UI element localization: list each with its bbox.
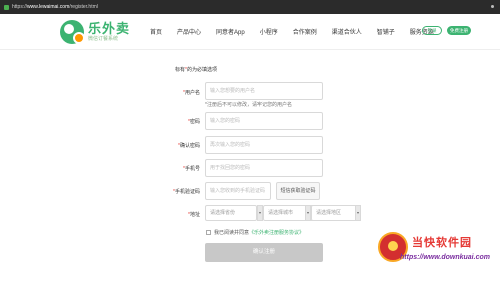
nav-app[interactable]: 同意者App	[216, 27, 245, 36]
address-label-text: 地址	[189, 212, 200, 218]
url-host: www.lewaimai.com	[27, 4, 70, 10]
sms-code-label-text: 手机验证码	[174, 189, 200, 195]
agree-text: 我已阅读并同意《乐外卖注册服务协议》	[214, 229, 304, 236]
confirm-register-button[interactable]: 确认注册	[205, 243, 323, 262]
agree-checkbox[interactable]	[206, 230, 211, 235]
url-path: /register.html	[69, 4, 98, 10]
main-nav: 首页 产品中心 同意者App 小程序 合作案例 渠道合伙人 智铺子 服务资源	[150, 27, 449, 36]
confirm-password-label: *确认密码	[140, 142, 200, 149]
agreement-link[interactable]: 《乐外卖注册服务协议》	[249, 230, 304, 236]
watermark-title: 当快软件园	[412, 237, 472, 249]
required-note: 标有*的为必填选项	[175, 66, 217, 73]
free-register-button[interactable]: 免费注册	[447, 26, 471, 35]
url-prefix: https://	[12, 4, 28, 10]
get-sms-code-button[interactable]: 短信获取验证码	[276, 182, 320, 200]
username-input[interactable]: 输入您想要的用户名	[205, 82, 323, 100]
sms-code-input[interactable]: 输入您收到的手机验证码	[205, 182, 271, 200]
password-label-text: 密码	[189, 119, 200, 125]
logo-slogan: 微信订餐系统	[88, 35, 119, 42]
phone-input[interactable]: 用于找回您的密码	[205, 159, 323, 177]
nav-miniprogram[interactable]: 小程序	[260, 27, 278, 36]
address-label: *地址	[140, 211, 200, 218]
phone-label: *手机号	[140, 165, 200, 172]
watermark-url: https://www.downkuai.com	[400, 254, 490, 261]
username-label-text: 用户名	[184, 90, 200, 96]
confirm-password-input[interactable]: 再次输入您的密码	[205, 136, 323, 154]
note-prefix: 标有	[175, 67, 186, 73]
browser-address-bar[interactable]: https://www.lewaimai.com/register.html	[0, 0, 500, 14]
username-label: *用户名	[140, 89, 200, 96]
note-suffix: 的为必填选项	[186, 67, 217, 73]
agree-prefix: 我已阅读并同意	[214, 230, 250, 236]
logo-icon	[60, 20, 85, 44]
logo-text: 乐外卖 微信订餐系统	[88, 20, 131, 43]
url-text[interactable]: https://www.lewaimai.com/register.html	[12, 4, 98, 10]
site-header: 乐外卖 微信订餐系统 首页 产品中心 同意者App 小程序 合作案例 渠道合伙人…	[0, 14, 500, 50]
login-button[interactable]: 登录	[422, 26, 442, 35]
confirm-password-label-text: 确认密码	[179, 143, 200, 149]
phone-label-text: 手机号	[184, 166, 200, 172]
province-select[interactable]: 请选择省份	[205, 205, 257, 221]
site-logo[interactable]: 乐外卖 微信订餐系统	[60, 20, 130, 44]
logo-name: 乐外卖	[88, 20, 131, 36]
password-input[interactable]: 输入您的密码	[205, 112, 323, 130]
nav-zhipuzi[interactable]: 智铺子	[377, 27, 395, 36]
password-label: *密码	[140, 118, 200, 125]
sms-code-label: *手机验证码	[140, 188, 200, 195]
nav-partners[interactable]: 渠道合伙人	[332, 27, 362, 36]
username-hint: *注册后不可以修改，请牢记您的用户名	[205, 102, 292, 108]
menu-dot-icon[interactable]	[491, 5, 494, 8]
nav-home[interactable]: 首页	[150, 27, 162, 36]
nav-cases[interactable]: 合作案例	[293, 27, 317, 36]
chevron-down-icon[interactable]	[355, 205, 361, 221]
district-select[interactable]: 请选择地区	[311, 205, 361, 221]
lock-icon	[4, 4, 9, 10]
nav-products[interactable]: 产品中心	[177, 27, 201, 36]
